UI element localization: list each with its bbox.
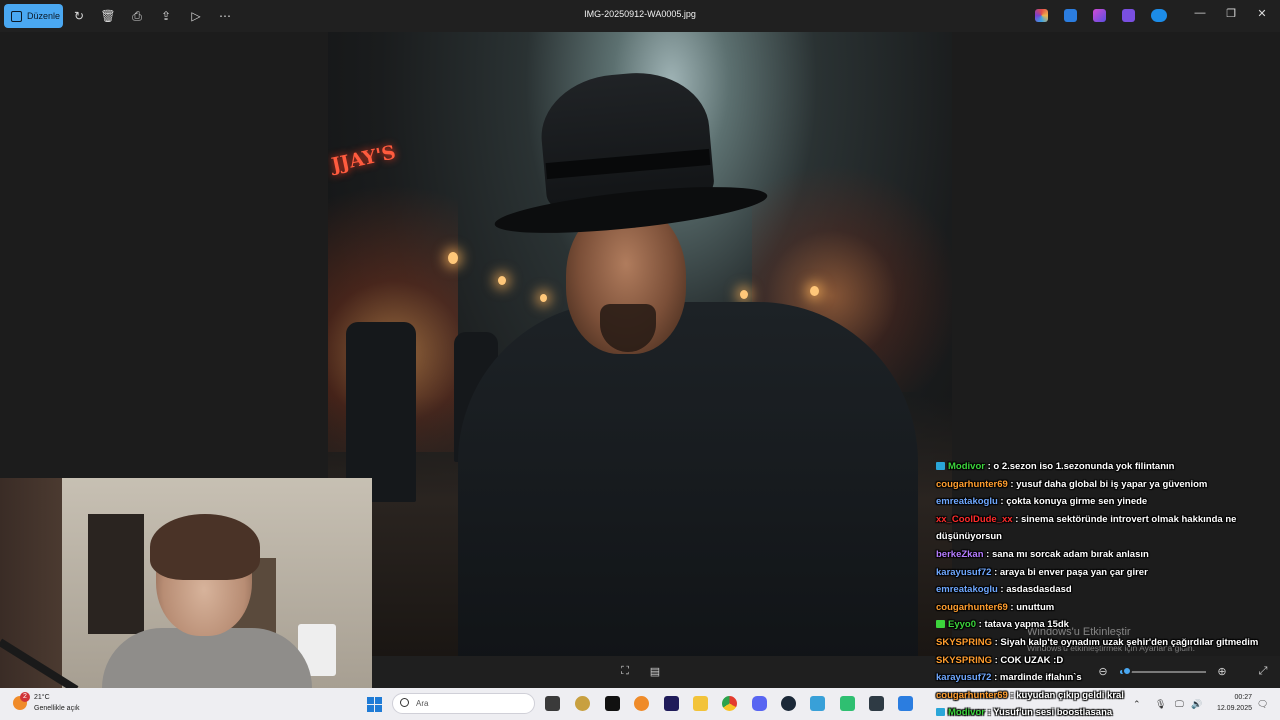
room-shelf — [88, 514, 144, 634]
chat-badge-icon — [936, 620, 945, 629]
film-strip-icon[interactable]: ▤ — [648, 665, 662, 679]
edit-icon — [11, 10, 22, 22]
discord-icon[interactable] — [752, 696, 767, 711]
chat-username: emreatakoglu — [936, 496, 998, 508]
weather-notification-badge: 2 — [20, 692, 30, 702]
chat-username: emreatakoglu — [936, 584, 998, 596]
lamp — [498, 276, 506, 285]
chat-username: berkeZkan — [936, 548, 984, 560]
chat-text: : tatava yapma 15dk — [976, 619, 1069, 631]
chat-message: SKYSPRING : COK UZAK :D — [932, 652, 1272, 670]
webcam-overlay — [0, 478, 372, 688]
chat-username: xx_CoolDude_xx — [936, 513, 1013, 525]
chat-text: : yusuf daha global bi iş yapar ya güven… — [1007, 478, 1208, 490]
lamp — [810, 286, 819, 296]
chat-message: emreatakoglu : çokta konuya girme sen yi… — [932, 493, 1272, 511]
chat-text: : o 2.sezon iso 1.sezonunda yok filintan… — [984, 461, 1175, 472]
streaming-app-icon[interactable] — [840, 696, 855, 711]
man-coat — [458, 302, 918, 656]
start-button[interactable] — [367, 697, 382, 712]
file-explorer-icon[interactable] — [693, 696, 708, 711]
chat-username: Modivor — [948, 461, 985, 472]
lamp — [740, 290, 748, 299]
fit-screen-icon[interactable]: ⛶ — [618, 665, 632, 679]
chrome-icon[interactable] — [722, 696, 737, 711]
chat-message: emreatakoglu : asdasdasdasd — [932, 581, 1272, 599]
chat-message: Modivor : o 2.sezon iso 1.sezonunda yok … — [932, 458, 1272, 476]
chat-text: : COK UZAK :D — [991, 654, 1064, 666]
background-figure — [346, 322, 416, 502]
chat-message: cougarhunter69 : unuttum — [932, 599, 1272, 617]
chat-text: : Yusuf'un sesi boostlasana — [984, 707, 1113, 719]
unreal-engine-icon[interactable] — [605, 696, 620, 711]
stream-chat-overlay: Modivor : o 2.sezon iso 1.sezonunda yok … — [932, 458, 1272, 720]
copilot-icon[interactable] — [1035, 9, 1048, 22]
onedrive-icon[interactable] — [1151, 9, 1167, 22]
chat-text: : çokta konuya girme sen yinede — [997, 496, 1148, 508]
chat-badge-icon — [936, 708, 945, 717]
chat-text: : unuttum — [1007, 601, 1055, 613]
chat-text: : Siyah kalp'te oynadım uzak şehir'den ç… — [991, 636, 1259, 648]
chat-text: : sana mı sorcak adam bırak anlasın — [983, 548, 1149, 560]
chat-message: berkeZkan : sana mı sorcak adam bırak an… — [932, 546, 1272, 564]
weather-temperature[interactable]: 21°C — [34, 694, 50, 701]
delete-icon[interactable]: 🗑 — [100, 8, 116, 24]
share-icon[interactable]: ⇪ — [158, 8, 174, 24]
chat-message: cougarhunter69 : kuyudan çıkıp geldi kra… — [932, 687, 1272, 705]
lamp — [540, 294, 547, 302]
photoshop-icon[interactable] — [1064, 9, 1077, 22]
chat-message: karayusuf72 : araya bi enver paşa yan ça… — [932, 564, 1272, 582]
blender-alt-icon[interactable] — [634, 696, 649, 711]
chat-username: cougarhunter69 — [936, 601, 1008, 613]
taskbar-search-box[interactable] — [392, 693, 535, 714]
chat-badge-icon — [936, 462, 945, 470]
chat-username: cougarhunter69 — [936, 689, 1008, 701]
chat-text: : mardinde iflahın`s — [991, 672, 1082, 684]
chat-message: SKYSPRING : Siyah kalp'te oynadım uzak ş… — [932, 634, 1272, 652]
chat-username: cougarhunter69 — [936, 478, 1008, 490]
after-effects-icon[interactable] — [664, 696, 679, 711]
chat-username: Eyyo0 — [948, 619, 976, 631]
steam-icon[interactable] — [781, 696, 796, 711]
edit-button[interactable]: Düzenle — [4, 4, 63, 28]
designer-icon[interactable] — [1122, 9, 1135, 22]
chat-username: SKYSPRING — [936, 636, 992, 648]
settings-app-icon[interactable] — [810, 696, 825, 711]
lamp — [448, 252, 458, 264]
chat-username: karayusuf72 — [936, 672, 992, 684]
chat-username: Modivor — [948, 707, 985, 719]
streamer-shirt — [102, 628, 312, 688]
chat-message: Modivor : Yusuf'un sesi boostlasana — [932, 704, 1272, 720]
task-view-icon[interactable] — [545, 696, 560, 711]
chat-username: SKYSPRING — [936, 654, 992, 666]
print-icon[interactable]: ⎙ — [129, 8, 145, 24]
obs-icon[interactable] — [869, 696, 884, 711]
search-placeholder: Ara — [416, 699, 429, 708]
file-name-title: IMG-20250912-WA0005.jpg — [584, 9, 696, 19]
chat-message: karayusuf72 : mardinde iflahın`s — [932, 669, 1272, 687]
minimize-button[interactable]: — — [1192, 7, 1208, 23]
weather-description[interactable]: Genellikle açık — [34, 705, 80, 712]
maximize-button[interactable]: ❐ — [1223, 7, 1239, 23]
chat-message: cougarhunter69 : yusuf daha global bi iş… — [932, 476, 1272, 494]
search-icon — [400, 698, 409, 707]
chat-text: : araya bi enver paşa yan çar girer — [991, 566, 1148, 578]
photos-app-icon[interactable] — [898, 696, 913, 711]
close-button[interactable]: ✕ — [1254, 7, 1270, 23]
chat-text: : kuyudan çıkıp geldi kral — [1007, 689, 1124, 701]
clipchamp-icon[interactable] — [1093, 9, 1106, 22]
chat-message: Eyyo0 : tatava yapma 15dk — [932, 616, 1272, 634]
chat-message: xx_CoolDude_xx : sinema sektöründe intro… — [932, 511, 1272, 546]
photo-canvas[interactable]: JJAY'S — [328, 32, 952, 656]
slideshow-icon[interactable]: ▷ — [188, 8, 204, 24]
screen: Düzenle ↻ 🗑 ⎙ ⇪ ▷ ⋯ IMG-20250912-WA0005.… — [0, 0, 1280, 720]
rotate-icon[interactable]: ↻ — [71, 8, 87, 24]
blender-icon[interactable] — [575, 696, 590, 711]
photos-toolbar: Düzenle ↻ 🗑 ⎙ ⇪ ▷ ⋯ IMG-20250912-WA0005.… — [0, 0, 1280, 32]
streamer-hair — [150, 514, 260, 580]
chat-text: : asdasdasdasd — [997, 584, 1072, 596]
more-icon[interactable]: ⋯ — [217, 8, 233, 24]
chat-username: karayusuf72 — [936, 566, 992, 578]
edit-button-label: Düzenle — [27, 11, 61, 21]
